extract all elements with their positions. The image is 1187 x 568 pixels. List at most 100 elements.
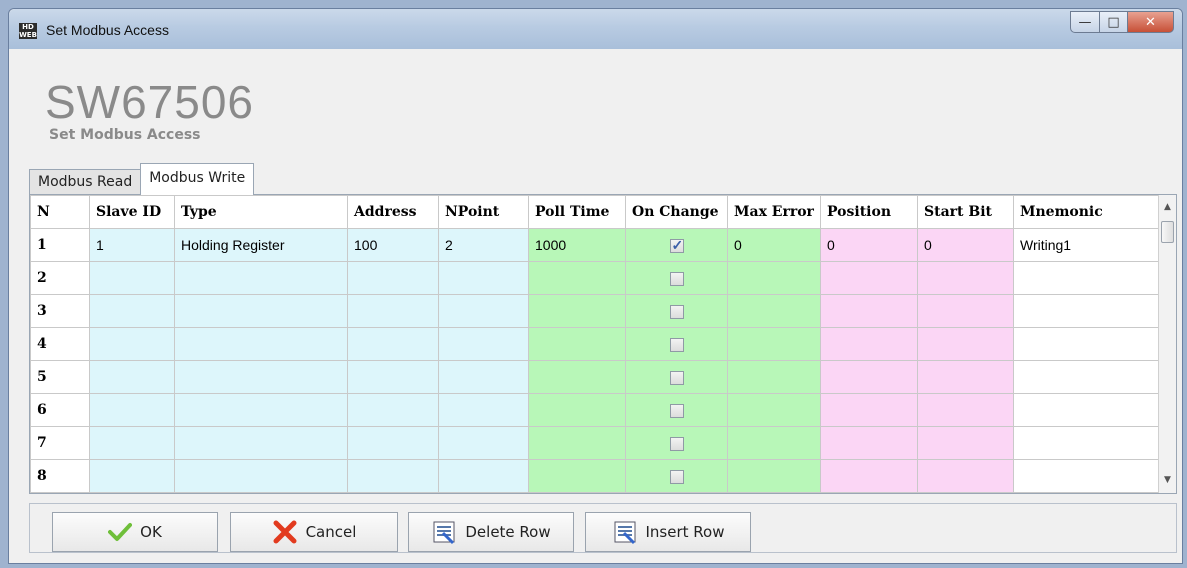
type-cell[interactable] [174, 360, 348, 394]
scroll-down-arrow-icon[interactable]: ▼ [1159, 472, 1176, 489]
on-change-checkbox[interactable] [669, 437, 684, 452]
type-cell[interactable] [174, 327, 348, 361]
npoint-cell[interactable] [438, 294, 529, 328]
mnemonic-cell[interactable] [1013, 393, 1160, 427]
column-header-slave-id[interactable]: Slave ID [89, 195, 175, 229]
address-cell[interactable] [347, 360, 439, 394]
npoint-cell[interactable] [438, 393, 529, 427]
slave-id-cell[interactable] [89, 459, 175, 493]
row-number[interactable]: 7 [30, 426, 90, 460]
max-error-cell[interactable] [727, 261, 821, 295]
maximize-button[interactable]: □ [1100, 11, 1128, 33]
position-cell[interactable] [820, 261, 918, 295]
max-error-cell[interactable] [727, 426, 821, 460]
position-cell[interactable] [820, 459, 918, 493]
ok-button[interactable]: OK [52, 512, 218, 552]
start-bit-cell[interactable] [917, 459, 1014, 493]
address-cell[interactable] [347, 294, 439, 328]
cancel-button[interactable]: Cancel [230, 512, 398, 552]
mnemonic-cell[interactable]: Writing1 [1013, 228, 1160, 262]
column-header-mnemonic[interactable]: Mnemonic [1013, 195, 1160, 229]
npoint-cell[interactable] [438, 360, 529, 394]
minimize-button[interactable]: — [1070, 11, 1100, 33]
column-header-n[interactable]: N [30, 195, 90, 229]
poll-time-cell[interactable] [528, 327, 626, 361]
address-cell[interactable] [347, 426, 439, 460]
address-cell[interactable] [347, 327, 439, 361]
slave-id-cell[interactable]: 1 [89, 228, 175, 262]
start-bit-cell[interactable] [917, 360, 1014, 394]
slave-id-cell[interactable] [89, 360, 175, 394]
npoint-cell[interactable] [438, 459, 529, 493]
poll-time-cell[interactable] [528, 426, 626, 460]
address-cell[interactable]: 100 [347, 228, 439, 262]
title-bar[interactable]: HD WEB Set Modbus Access — □ ✕ [9, 9, 1182, 49]
scrollbar-thumb[interactable] [1161, 221, 1174, 243]
row-number[interactable]: 6 [30, 393, 90, 427]
scroll-up-arrow-icon[interactable]: ▲ [1159, 199, 1176, 216]
delete-row-button[interactable]: Delete Row [408, 512, 574, 552]
on-change-checkbox[interactable] [669, 272, 684, 287]
position-cell[interactable] [820, 426, 918, 460]
position-cell[interactable] [820, 393, 918, 427]
column-header-address[interactable]: Address [347, 195, 439, 229]
row-number[interactable]: 3 [30, 294, 90, 328]
column-header-on-change[interactable]: On Change [625, 195, 728, 229]
on-change-checkbox[interactable] [669, 404, 684, 419]
close-button[interactable]: ✕ [1128, 11, 1174, 33]
start-bit-cell[interactable] [917, 393, 1014, 427]
vertical-scrollbar[interactable]: ▲ ▼ [1158, 195, 1176, 493]
start-bit-cell[interactable] [917, 261, 1014, 295]
address-cell[interactable] [347, 393, 439, 427]
position-cell[interactable] [820, 294, 918, 328]
poll-time-cell[interactable]: 1000 [528, 228, 626, 262]
slave-id-cell[interactable] [89, 393, 175, 427]
position-cell[interactable]: 0 [820, 228, 918, 262]
row-number[interactable]: 2 [30, 261, 90, 295]
on-change-checkbox[interactable] [669, 338, 684, 353]
mnemonic-cell[interactable] [1013, 261, 1160, 295]
mnemonic-cell[interactable] [1013, 360, 1160, 394]
on-change-checkbox[interactable] [669, 371, 684, 386]
address-cell[interactable] [347, 261, 439, 295]
address-cell[interactable] [347, 459, 439, 493]
slave-id-cell[interactable] [89, 327, 175, 361]
start-bit-cell[interactable] [917, 426, 1014, 460]
slave-id-cell[interactable] [89, 426, 175, 460]
poll-time-cell[interactable] [528, 393, 626, 427]
tab-modbus-write[interactable]: Modbus Write [140, 163, 255, 195]
column-header-start-bit[interactable]: Start Bit [917, 195, 1014, 229]
slave-id-cell[interactable] [89, 294, 175, 328]
type-cell[interactable]: Holding Register [174, 228, 348, 262]
poll-time-cell[interactable] [528, 360, 626, 394]
position-cell[interactable] [820, 360, 918, 394]
max-error-cell[interactable]: 0 [727, 228, 821, 262]
row-number[interactable]: 4 [30, 327, 90, 361]
npoint-cell[interactable]: 2 [438, 228, 529, 262]
npoint-cell[interactable] [438, 327, 529, 361]
on-change-checkbox[interactable] [669, 305, 684, 320]
column-header-poll-time[interactable]: Poll Time [528, 195, 626, 229]
type-cell[interactable] [174, 393, 348, 427]
tab-modbus-read[interactable]: Modbus Read [29, 169, 142, 195]
type-cell[interactable] [174, 459, 348, 493]
insert-row-button[interactable]: Insert Row [585, 512, 751, 552]
mnemonic-cell[interactable] [1013, 327, 1160, 361]
on-change-checkbox[interactable] [669, 237, 684, 254]
column-header-npoint[interactable]: NPoint [438, 195, 529, 229]
max-error-cell[interactable] [727, 360, 821, 394]
mnemonic-cell[interactable] [1013, 426, 1160, 460]
max-error-cell[interactable] [727, 294, 821, 328]
row-number[interactable]: 5 [30, 360, 90, 394]
poll-time-cell[interactable] [528, 261, 626, 295]
position-cell[interactable] [820, 327, 918, 361]
type-cell[interactable] [174, 294, 348, 328]
max-error-cell[interactable] [727, 327, 821, 361]
poll-time-cell[interactable] [528, 459, 626, 493]
start-bit-cell[interactable] [917, 327, 1014, 361]
row-number[interactable]: 1 [30, 228, 90, 262]
mnemonic-cell[interactable] [1013, 294, 1160, 328]
type-cell[interactable] [174, 261, 348, 295]
row-number[interactable]: 8 [30, 459, 90, 493]
column-header-type[interactable]: Type [174, 195, 348, 229]
